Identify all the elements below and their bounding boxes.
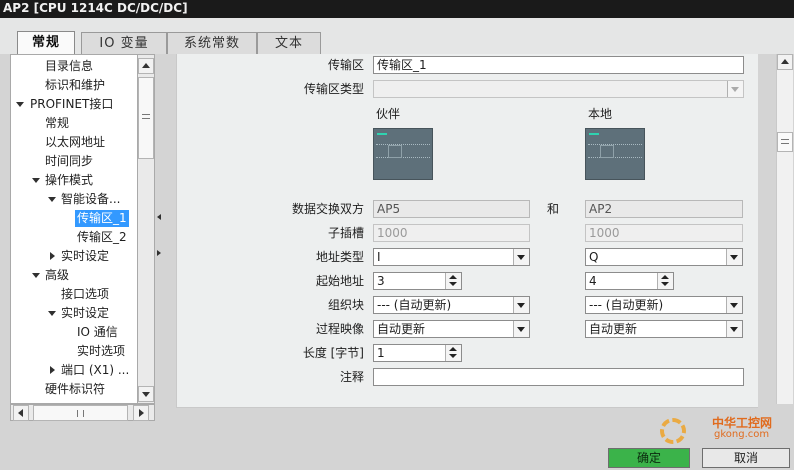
chevron-down-icon — [727, 81, 743, 97]
length-label: 长度 [字节] — [302, 346, 364, 360]
address-type-label: 地址类型 — [315, 250, 364, 264]
tree-item-realtime-settings[interactable]: 实时设定 — [61, 248, 109, 265]
scroll-up-button[interactable] — [777, 54, 793, 70]
local-org-block-select[interactable]: --- (自动更新) — [585, 296, 743, 314]
tree-vertical-scrollbar[interactable] — [137, 54, 155, 404]
tree-item-operating-mode[interactable]: 操作模式 — [45, 172, 93, 189]
cancel-button[interactable]: 取消 — [702, 448, 790, 468]
data-exchange-label: 数据交换双方 — [291, 202, 364, 216]
expand-arrow-icon[interactable] — [32, 273, 40, 278]
transfer-area-label: 传输区 — [327, 58, 364, 72]
tree-item-time-sync[interactable]: 时间同步 — [45, 153, 93, 170]
partner-device-field: AP5 — [373, 200, 530, 218]
splitter-expand-icon[interactable] — [157, 250, 161, 256]
chevron-down-icon[interactable] — [726, 297, 742, 313]
tab-texts[interactable]: 文本 — [257, 32, 321, 54]
tree-item-transfer-area-2[interactable]: 传输区_2 — [77, 229, 127, 246]
tree-item-transfer-area-1[interactable]: 传输区_1 — [75, 210, 129, 227]
partner-start-address-input[interactable]: 3 — [373, 272, 462, 290]
tree-item-ethernet-address[interactable]: 以太网地址 — [45, 134, 105, 151]
partner-org-block-select[interactable]: --- (自动更新) — [373, 296, 530, 314]
partner-address-type-select[interactable]: I — [373, 248, 530, 266]
window-title: AP2 [CPU 1214C DC/DC/DC] — [0, 0, 794, 18]
tree-item-hardware-id[interactable]: 硬件标识符 — [45, 381, 105, 398]
tree-item-realtime-options[interactable]: 实时选项 — [77, 343, 125, 360]
scroll-thumb[interactable] — [33, 405, 128, 421]
tree-item-realtime-settings-2[interactable]: 实时设定 — [61, 305, 109, 322]
expand-arrow-icon[interactable] — [32, 178, 40, 183]
tree-item-general[interactable]: 常规 — [45, 115, 69, 132]
scroll-right-button[interactable] — [133, 405, 149, 421]
org-block-label: 组织块 — [327, 298, 364, 312]
spinner-icon[interactable] — [445, 273, 461, 289]
transfer-area-type-select — [373, 80, 744, 98]
tree-horizontal-scrollbar[interactable] — [10, 404, 155, 421]
tab-system-constants[interactable]: 系统常数 — [167, 32, 257, 54]
process-image-label: 过程映像 — [315, 322, 364, 336]
scroll-thumb[interactable] — [138, 77, 154, 159]
tab-io-tags[interactable]: IO 变量 — [81, 32, 167, 54]
comment-input[interactable] — [373, 368, 744, 386]
expand-arrow-icon[interactable] — [16, 102, 24, 107]
panel-vertical-scrollbar[interactable] — [776, 54, 793, 404]
local-process-image-select[interactable]: 自动更新 — [585, 320, 743, 338]
chevron-down-icon[interactable] — [726, 321, 742, 337]
local-address-type-select[interactable]: Q — [585, 248, 743, 266]
local-start-address-input[interactable]: 4 — [585, 272, 674, 290]
tree-item-identification[interactable]: 标识和维护 — [45, 77, 105, 94]
local-cpu-image — [585, 128, 645, 180]
local-submodule-field: 1000 — [585, 224, 743, 242]
partner-process-image-select[interactable]: 自动更新 — [373, 320, 530, 338]
chevron-down-icon[interactable] — [513, 321, 529, 337]
transfer-area-type-label: 传输区类型 — [303, 82, 364, 96]
submodule-label: 子插槽 — [327, 226, 364, 240]
tree-item-io-communication[interactable]: IO 通信 — [77, 324, 118, 341]
start-address-label: 起始地址 — [315, 274, 364, 288]
chevron-down-icon[interactable] — [513, 249, 529, 265]
tree-item-port-x1[interactable]: 端口 (X1) ... — [61, 362, 129, 379]
tree-item-i-device[interactable]: 智能设备... — [61, 191, 120, 208]
collapse-arrow-icon[interactable] — [50, 366, 55, 374]
comment-label: 注释 — [339, 370, 364, 384]
gear-icon — [660, 418, 686, 444]
scroll-up-button[interactable] — [138, 58, 154, 74]
chevron-down-icon[interactable] — [513, 297, 529, 313]
scroll-thumb[interactable] — [777, 132, 793, 152]
tree-item-catalog-info[interactable]: 目录信息 — [45, 58, 93, 75]
tab-general[interactable]: 常规 — [17, 31, 75, 55]
expand-arrow-icon[interactable] — [48, 197, 56, 202]
splitter-collapse-icon[interactable] — [157, 214, 161, 220]
scroll-left-button[interactable] — [13, 405, 29, 421]
spinner-icon[interactable] — [657, 273, 673, 289]
scroll-down-button[interactable] — [138, 386, 154, 402]
transfer-area-name-input[interactable]: 传输区_1 — [373, 56, 744, 74]
partner-heading: 伙伴 — [376, 107, 401, 121]
tree-item-interface-options[interactable]: 接口选项 — [61, 286, 109, 303]
ok-button[interactable]: 确定 — [608, 448, 690, 468]
length-input[interactable]: 1 — [373, 344, 462, 362]
partner-cpu-image — [373, 128, 433, 180]
navigation-tree: 目录信息 标识和维护 PROFINET接口 常规 以太网地址 时间同步 操作模式… — [10, 54, 137, 404]
collapse-arrow-icon[interactable] — [50, 252, 55, 260]
chevron-down-icon[interactable] — [726, 249, 742, 265]
expand-arrow-icon[interactable] — [48, 311, 56, 316]
local-heading: 本地 — [588, 107, 613, 121]
partner-submodule-field: 1000 — [373, 224, 530, 242]
and-label: 和 — [547, 202, 560, 216]
local-device-field: AP2 — [585, 200, 743, 218]
watermark-url: gkong.com — [714, 429, 770, 440]
tree-item-advanced[interactable]: 高级 — [45, 267, 69, 284]
tree-item-profinet-interface[interactable]: PROFINET接口 — [30, 96, 113, 113]
spinner-icon[interactable] — [445, 345, 461, 361]
